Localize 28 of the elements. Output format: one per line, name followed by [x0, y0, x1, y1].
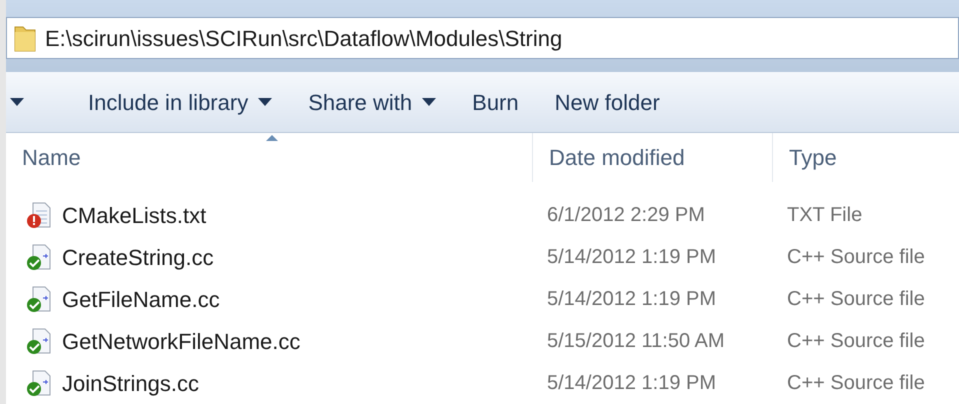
toolbar-button[interactable]: Include in library [82, 82, 278, 123]
column-header[interactable]: Name [22, 141, 81, 174]
caret-icon[interactable] [10, 98, 24, 106]
date-cell-text: 5/14/2012 1:19 PM [546, 287, 718, 312]
file-ok-icon [26, 244, 52, 270]
type-cell-text: C++ Source file [786, 287, 926, 312]
date-cell-text: 5/14/2012 1:19 PM [546, 371, 718, 396]
date-cell-text: 5/15/2012 11:50 AM [546, 329, 726, 354]
column-header[interactable]: Type [789, 141, 837, 174]
type-cell-text: C++ Source file [786, 245, 926, 270]
type-cell-text: TXT File [786, 203, 864, 228]
file-name[interactable]: GetNetworkFileName.cc [62, 324, 300, 358]
file-ok-icon [26, 370, 52, 396]
file-ok-icon [26, 328, 52, 354]
file-name[interactable]: GetFileName.cc [62, 282, 220, 316]
file-ok-icon [26, 286, 52, 312]
toolbar-button[interactable]: Burn [466, 82, 525, 123]
date-cell-text: 6/1/2012 2:29 PM [546, 203, 706, 228]
file-conflict-icon [26, 202, 52, 228]
column-header[interactable]: Date modified [549, 141, 685, 174]
file-name[interactable]: JoinStrings.cc [62, 366, 199, 400]
toolbar-button[interactable]: New folder [548, 82, 666, 123]
date-cell-text: 5/14/2012 1:19 PM [546, 245, 718, 270]
file-name[interactable]: CreateString.cc [62, 240, 214, 274]
type-cell-text: C++ Source file [786, 371, 926, 396]
file-name[interactable]: CMakeLists.txt [62, 198, 206, 232]
toolbar-button[interactable]: Share with [302, 82, 442, 123]
type-cell-text: C++ Source file [786, 329, 926, 354]
